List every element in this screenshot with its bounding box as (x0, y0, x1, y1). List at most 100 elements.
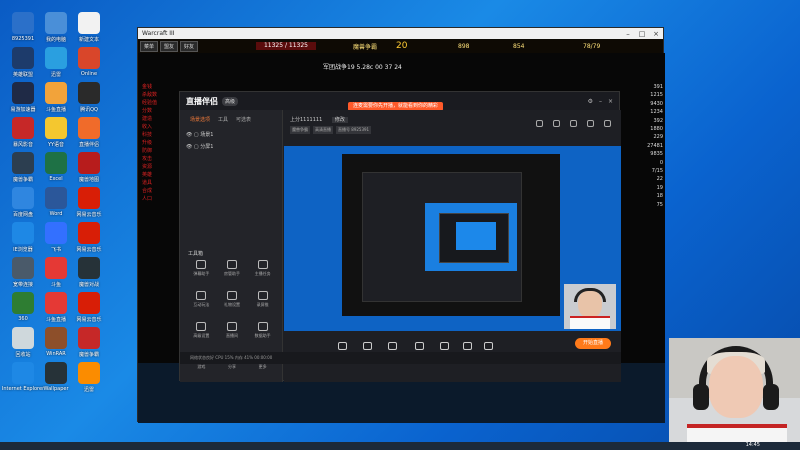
app-icon (45, 327, 67, 349)
desktop-icon-label: 飞书 (50, 247, 61, 253)
app-icon (12, 82, 34, 104)
bell-icon[interactable] (587, 120, 594, 127)
app-icon (45, 12, 67, 34)
start-stream-button[interactable]: 开始直播 (575, 338, 611, 349)
maximize-icon[interactable]: □ (635, 30, 649, 38)
desktop-icon[interactable]: Online (69, 47, 109, 77)
room-tag[interactable]: 魔兽争霸 (290, 126, 310, 134)
tool-item[interactable]: 弹幕助手 (186, 260, 217, 277)
shirt (570, 316, 610, 329)
tool-item[interactable]: 礼物设置 (217, 291, 248, 308)
stat-value: 1234 (650, 109, 663, 116)
tool-label: 高级设置 (193, 333, 210, 338)
desktop-icon-label: 网易云音乐 (76, 317, 102, 323)
taskbar: 14:45 (0, 442, 800, 450)
desktop-icon-label: 易游加速器 (10, 107, 36, 113)
source-icon (462, 342, 472, 350)
streamer-webcam (669, 338, 800, 442)
desktop-icon[interactable]: 网易云音乐 (69, 222, 109, 253)
stat-value: 392 (653, 117, 663, 124)
app-icon (78, 117, 100, 139)
edit-room-button[interactable]: 修改 (331, 117, 348, 123)
stat-values: 391 1215 9430 1234 392 1880 229 27481 9835 0 7/15 2… (635, 83, 663, 209)
level-readout: 20 (396, 41, 408, 51)
source-icon (387, 342, 397, 350)
face (709, 356, 763, 418)
room-tag[interactable]: 高清直播 (313, 126, 333, 134)
taskbar-clock[interactable]: 14:45 (746, 442, 760, 448)
tab-optional[interactable]: 可选表 (236, 116, 251, 123)
app-icon (45, 292, 67, 314)
app-icon (12, 292, 34, 314)
desktop-icon-label: Wallpaper (43, 386, 69, 392)
minimize-icon[interactable]: – (599, 98, 602, 105)
allies-button[interactable]: 盟友 (160, 40, 179, 52)
app-icon (45, 362, 67, 384)
tool-item[interactable]: 高级设置 (186, 322, 217, 339)
lumber-readout: 854 (513, 42, 525, 50)
tool-item[interactable]: 主播任务 (247, 260, 278, 277)
stat-label: 英雄 (142, 172, 153, 178)
stream-preview[interactable] (284, 146, 621, 331)
friends-button[interactable]: 好友 (180, 40, 199, 52)
app-icon (78, 362, 100, 384)
tools-heading: 工具箱 (188, 251, 204, 257)
broadcaster-window[interactable]: 直播伴侣 高级 连麦需要你先开播，就能看到你的精彩 ⚙ – × 场景选项 工具 … (179, 91, 621, 382)
scene-item[interactable]: 👁 ▢ 分屏1 (186, 141, 282, 153)
settings-icon[interactable]: ⚙ (588, 98, 593, 105)
window-titlebar[interactable]: Warcraft III – □ × (138, 28, 663, 39)
desktop-icon[interactable]: 新建文本 (69, 12, 109, 43)
tool-item[interactable]: 数据助手 (247, 322, 278, 339)
desktop-icon[interactable]: 魔兽地图 (69, 152, 109, 183)
tool-item[interactable]: 直播间 (217, 322, 248, 339)
tool-item[interactable]: 录屏推 (247, 291, 278, 308)
minimize-icon[interactable]: – (621, 30, 635, 38)
tool-item[interactable]: 房管助手 (217, 260, 248, 277)
fullscreen-icon[interactable] (570, 120, 577, 127)
stat-label: 资源 (142, 164, 153, 170)
desktop-icon-label: Excel (49, 176, 63, 182)
app-icon (12, 117, 34, 139)
tool-icon (226, 291, 237, 300)
desktop-icon[interactable]: 腾讯QQ (69, 82, 109, 113)
tab-tools[interactable]: 工具 (218, 116, 228, 123)
app-icon (12, 327, 34, 349)
close-icon[interactable]: × (608, 98, 613, 105)
desktop-icon-label: 魔兽地图 (78, 177, 99, 183)
headset-earcup-left (693, 384, 709, 410)
app-icon (12, 187, 34, 209)
tab-scenes[interactable]: 场景选项 (190, 116, 210, 123)
app-icon (78, 82, 100, 104)
stat-label: 攻击 (142, 156, 153, 162)
desktop-icon[interactable]: 魔兽争霸 (69, 327, 109, 358)
desktop-icon-label: 迅雷 (50, 72, 61, 78)
desktop-icon[interactable]: 迅雷 (69, 362, 109, 393)
desktop-icon[interactable]: 魔兽对战 (69, 257, 109, 288)
stat-value: 9430 (650, 100, 663, 107)
crop-icon[interactable] (553, 120, 560, 127)
tool-item[interactable]: 互动玩法 (186, 291, 217, 308)
menu-button[interactable]: 菜单 (140, 40, 159, 52)
tool-label: 数据助手 (254, 333, 271, 338)
gear-icon[interactable] (604, 120, 611, 127)
desktop-icon[interactable]: 直播伴侣 (69, 117, 109, 148)
app-icon (12, 12, 34, 34)
window-controls: ⚙ – × (588, 98, 613, 105)
close-icon[interactable]: × (649, 30, 663, 38)
stat-value: 229 (653, 134, 663, 141)
layout-icon[interactable] (536, 120, 543, 127)
desktop-icon-label: Word (49, 211, 63, 217)
app-icon (45, 257, 67, 279)
stat-value: 27481 (647, 142, 663, 149)
tool-icon (257, 322, 268, 331)
nested-preview-blue (425, 203, 517, 271)
desktop-icon-label: 魔兽争霸 (12, 177, 33, 183)
desktop-icon-label: 新建文本 (78, 37, 99, 43)
desktop-icon[interactable]: 网易云音乐 (69, 292, 109, 323)
desktop-icon[interactable]: 网易云音乐 (69, 187, 109, 218)
stat-value: 75 (656, 201, 663, 208)
scene-item[interactable]: 👁 ▢ 场景1 (186, 129, 282, 141)
stat-label: 科技 (142, 132, 153, 138)
tool-icon (257, 260, 268, 269)
stat-label: 升级 (142, 140, 153, 146)
